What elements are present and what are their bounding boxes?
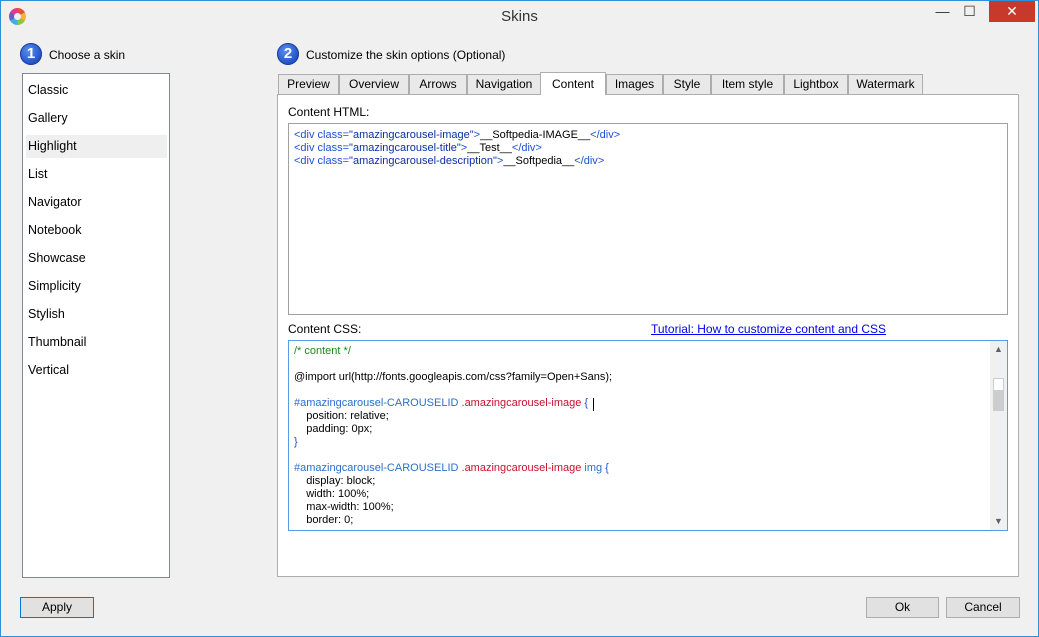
code-token: class=	[317, 155, 350, 167]
tab-preview[interactable]: Preview	[278, 74, 339, 94]
code-token: <div	[294, 155, 318, 167]
content-html-label: Content HTML:	[288, 105, 370, 119]
code-token: __Softpedia-IMAGE__	[480, 129, 591, 141]
scroll-down-icon[interactable]: ▼	[990, 513, 1007, 530]
code-token: class=	[317, 129, 350, 141]
tab-style[interactable]: Style	[663, 74, 711, 94]
css-code-line: #amazingcarousel-CAROUSELID .amazingcaro…	[294, 397, 1002, 410]
skin-item-gallery[interactable]: Gallery	[26, 107, 167, 130]
skins-dialog: Skins — ☐ ✕ 1 Choose a skin Classic Gall…	[0, 0, 1039, 637]
html-code-line: <div class="amazingcarousel-title" > __Tes…	[294, 142, 1002, 155]
css-code-line: /* content */	[294, 345, 351, 357]
step-1-label: Choose a skin	[49, 48, 126, 62]
code-token: <div	[294, 129, 318, 141]
skin-item-stylish[interactable]: Stylish	[26, 303, 167, 326]
step-2-badge: 2	[277, 43, 299, 65]
code-token: <div	[294, 142, 318, 154]
skin-item-list[interactable]: List	[26, 163, 167, 186]
css-code-line: border: 0;	[294, 514, 354, 526]
code-token: </	[574, 155, 584, 167]
text-caret	[593, 398, 594, 411]
step-2-label: Customize the skin options (Optional)	[306, 48, 506, 62]
code-token: img	[581, 462, 603, 474]
html-code-line: <div class="amazingcarousel-description"…	[294, 155, 1002, 168]
tab-overview[interactable]: Overview	[339, 74, 409, 94]
css-code-line: display: block;	[294, 475, 376, 487]
skin-item-classic[interactable]: Classic	[26, 79, 167, 102]
title-bar[interactable]: Skins — ☐ ✕	[1, 1, 1038, 32]
css-code-line: width: 100%;	[294, 488, 370, 500]
tab-navigation[interactable]: Navigation	[467, 74, 541, 94]
code-token: </	[590, 129, 600, 141]
css-editor-scrollbar[interactable]: ▲ ▼	[990, 341, 1007, 530]
skin-item-simplicity[interactable]: Simplicity	[26, 275, 167, 298]
code-token: "amazingcarousel-title"	[349, 142, 461, 154]
code-token: >	[535, 142, 542, 154]
content-css-editor[interactable]: /* content */ @import url(http://fonts.g…	[288, 340, 1008, 531]
content-html-editor[interactable]: <div class="amazingcarousel-image">__Sof…	[288, 123, 1008, 315]
window-title: Skins	[501, 8, 538, 25]
step-1-badge: 1	[20, 43, 42, 65]
skin-item-showcase[interactable]: Showcase	[26, 247, 167, 270]
content-css-label: Content CSS:	[288, 322, 362, 336]
code-token: >	[597, 155, 605, 167]
scroll-up-icon[interactable]: ▲	[990, 341, 1007, 358]
ok-button[interactable]: Ok	[866, 597, 939, 618]
code-token: </	[511, 142, 522, 154]
tab-images[interactable]: Images	[606, 74, 663, 94]
tab-watermark[interactable]: Watermark	[848, 74, 923, 94]
tab-content[interactable]: Content	[540, 72, 606, 95]
apply-button[interactable]: Apply	[20, 597, 94, 618]
skin-item-notebook[interactable]: Notebook	[26, 219, 167, 242]
code-token: __Test__	[467, 142, 512, 154]
css-code-line: position: relative;	[294, 410, 389, 422]
css-code-line: #amazingcarousel-CAROUSELID .amazingcaro…	[294, 462, 1002, 475]
skin-list[interactable]: Classic Gallery Highlight List Navigator…	[22, 73, 170, 578]
css-code-line	[294, 358, 1002, 371]
css-code-line: @import url(http://fonts.googleapis.com/…	[294, 371, 613, 383]
code-token: {	[581, 397, 589, 409]
skin-item-vertical[interactable]: Vertical	[26, 359, 167, 382]
code-token: div	[583, 155, 598, 167]
tutorial-link[interactable]: Tutorial: How to customize content and C…	[651, 322, 886, 336]
close-icon[interactable]: ✕	[989, 1, 1035, 22]
code-token: .amazingcarousel-image	[458, 397, 582, 409]
code-token: "amazingcarousel-image"	[349, 129, 474, 141]
code-token: div	[599, 129, 614, 141]
code-token: "amazingcarousel-description"	[349, 155, 497, 167]
css-code-line	[294, 384, 1002, 397]
code-token: __Softpedia__	[503, 155, 575, 167]
html-code-line: <div class="amazingcarousel-image" > __Sof…	[294, 129, 1002, 142]
code-token: #amazingcarousel-CAROUSELID	[294, 397, 459, 409]
skin-item-highlight[interactable]: Highlight	[26, 135, 167, 158]
code-token: >	[613, 129, 621, 141]
css-code-line: max-width: 100%;	[294, 501, 394, 513]
tab-arrows[interactable]: Arrows	[409, 74, 467, 94]
code-token: div	[521, 142, 536, 154]
scroll-position-marker	[993, 378, 1004, 391]
skin-item-navigator[interactable]: Navigator	[26, 191, 167, 214]
css-code-line: padding: 0px;	[294, 423, 373, 435]
maximize-icon[interactable]: ☐	[956, 1, 983, 22]
tab-item-style[interactable]: Item style	[711, 74, 784, 94]
css-code-line	[294, 449, 1002, 462]
tab-lightbox[interactable]: Lightbox	[784, 74, 848, 94]
minimize-icon[interactable]: —	[929, 1, 956, 22]
code-token: #amazingcarousel-CAROUSELID	[294, 462, 459, 474]
css-code-line: }	[294, 436, 298, 448]
cancel-button[interactable]: Cancel	[946, 597, 1020, 618]
code-token: class=	[317, 142, 350, 154]
skin-item-thumbnail[interactable]: Thumbnail	[26, 331, 167, 354]
code-token: .amazingcarousel-image	[458, 462, 582, 474]
code-token: {	[602, 462, 609, 474]
